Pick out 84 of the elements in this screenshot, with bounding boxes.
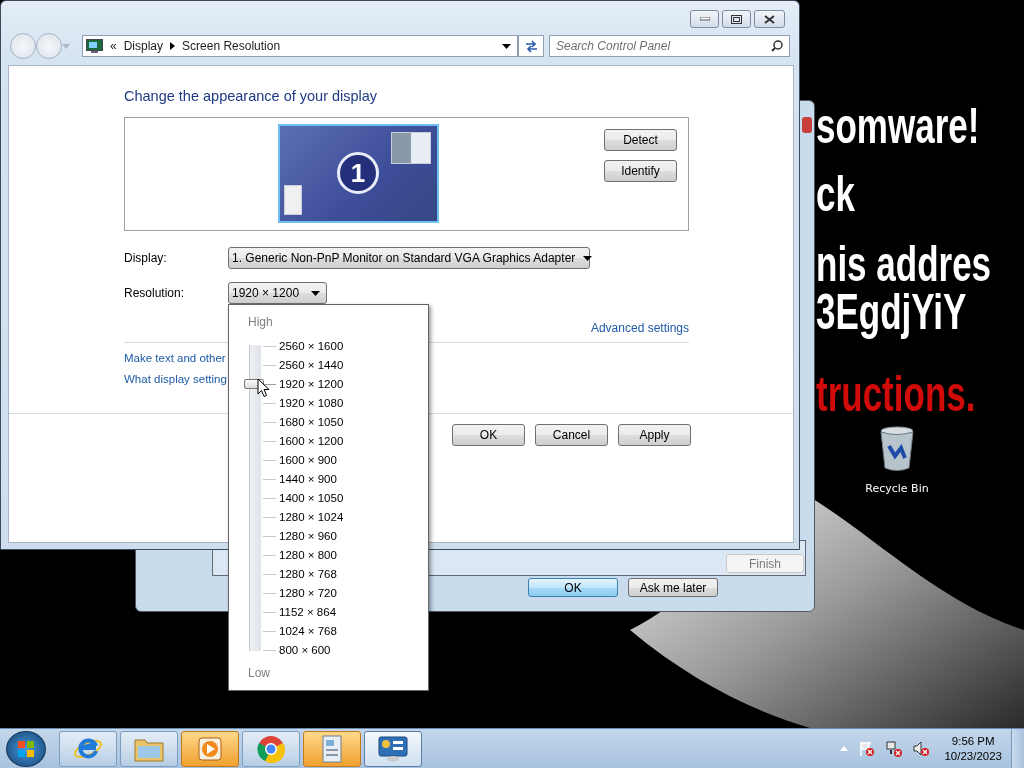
refresh-button[interactable] — [518, 35, 544, 57]
play-icon — [198, 736, 222, 761]
resolution-option[interactable]: 2560 × 1440 — [279, 359, 344, 371]
dialog-button[interactable]: OK — [452, 424, 525, 446]
resolution-option[interactable]: 1152 × 864 — [279, 606, 337, 618]
field-label: Resolution: — [124, 286, 186, 300]
breadcrumb-arrow-icon[interactable] — [170, 42, 176, 50]
start-button[interactable] — [6, 730, 46, 767]
desktop-icon-label[interactable]: Recycle Bin — [865, 482, 929, 495]
small-window-drawing — [391, 132, 431, 164]
dialog-button[interactable]: Apply — [618, 424, 691, 446]
show-desktop-button[interactable] — [1011, 728, 1024, 768]
network-alert-icon[interactable] — [886, 740, 903, 757]
monitor-button[interactable]: Identify — [604, 160, 677, 182]
help-link[interactable]: Make text and other — [124, 352, 226, 364]
slider-track[interactable] — [249, 345, 261, 651]
control-panel-icon — [378, 734, 408, 763]
recycle-bin-icon[interactable] — [879, 426, 915, 472]
resolution-option[interactable]: 2560 × 1600 — [279, 340, 344, 352]
resolution-option[interactable]: 1280 × 768 — [279, 568, 337, 580]
caret-icon — [311, 290, 320, 296]
small-window-drawing — [284, 185, 302, 215]
display-dropdown[interactable]: 1. Generic Non-PnP Monitor on Standard VGA Graphics Adapter — [228, 247, 590, 269]
dialog-button[interactable]: Cancel — [535, 424, 608, 446]
flag-alert-icon[interactable] — [859, 740, 876, 757]
monitor-number: 1 — [337, 152, 379, 194]
resolution-option[interactable]: 1280 × 960 — [279, 530, 337, 542]
taskbar-button[interactable] — [181, 730, 239, 767]
resolution-option[interactable]: 1920 × 1200 — [279, 378, 344, 390]
round-browser-icon — [257, 734, 285, 763]
clock[interactable]: 9:56 PM 10/23/2023 — [944, 733, 1002, 764]
restore-icon — [731, 14, 742, 24]
maximize-button[interactable] — [722, 10, 751, 28]
resolution-option[interactable]: 1280 × 720 — [279, 587, 337, 599]
back-button[interactable] — [10, 33, 36, 59]
slider-end-label: Low — [248, 666, 270, 680]
caret-icon — [583, 255, 593, 261]
resolution-option[interactable]: 1600 × 900 — [279, 454, 337, 466]
dialog-button[interactable]: Ask me later — [628, 578, 718, 597]
field-label: Display: — [124, 251, 168, 265]
wallpaper-text: ck — [816, 168, 855, 220]
resolution-option[interactable]: 1280 × 1024 — [279, 511, 344, 523]
clock-time: 9:56 PM — [951, 733, 995, 749]
search-icon — [771, 40, 783, 52]
taskbar-button[interactable] — [59, 730, 117, 767]
document-icon — [320, 734, 344, 763]
breadcrumb-item[interactable]: Screen Resolution — [182, 39, 281, 53]
speaker-muted-icon[interactable] — [913, 740, 930, 757]
breadcrumb-overflow[interactable]: « — [110, 39, 117, 53]
resolution-option[interactable]: 800 × 600 — [279, 644, 331, 656]
address-bar[interactable]: « Display Screen Resolution — [82, 35, 518, 57]
slider-thumb[interactable] — [244, 378, 264, 389]
resolution-option[interactable]: 1400 × 1050 — [279, 492, 344, 504]
windows-logo-icon — [18, 740, 34, 757]
slider-end-label: High — [248, 315, 273, 329]
search-field[interactable]: Search Control Panel — [549, 35, 790, 57]
help-link[interactable]: What display setting — [124, 373, 227, 385]
dialog-button[interactable]: OK — [528, 578, 618, 597]
taskbar-button[interactable] — [303, 730, 361, 767]
resolution-option[interactable]: 1024 × 768 — [279, 625, 337, 637]
refresh-arrows-icon — [523, 39, 539, 53]
dropdown-caret-icon[interactable] — [502, 43, 511, 49]
forward-button[interactable] — [36, 33, 62, 59]
advanced-settings-link[interactable]: Advanced settings — [590, 321, 689, 335]
wallpaper-text: tructions. — [816, 368, 976, 420]
wallpaper-text: somware! — [816, 100, 980, 152]
taskbar-button[interactable] — [242, 730, 300, 767]
resolution-option[interactable]: 1600 × 1200 — [279, 435, 344, 447]
close-icon — [764, 14, 775, 24]
resolution-option[interactable]: 1280 × 800 — [279, 549, 337, 561]
monitor-preview[interactable]: 1 — [278, 124, 439, 223]
clock-date: 10/23/2023 — [944, 748, 1002, 764]
mouse-pointer-icon — [257, 377, 270, 398]
resolution-dropdown[interactable]: 1920 × 1200 — [228, 282, 327, 304]
page-heading: Change the appearance of your display — [124, 87, 379, 106]
taskbar-button[interactable] — [364, 730, 422, 767]
breadcrumb-item[interactable]: Display — [123, 39, 164, 53]
close-button[interactable] — [754, 10, 785, 28]
resolution-option[interactable]: 1440 × 900 — [279, 473, 337, 485]
monitor-button[interactable]: Detect — [604, 129, 677, 151]
minimize-icon — [699, 17, 710, 21]
resolution-option[interactable]: 1680 × 1050 — [279, 416, 344, 428]
monitor-icon — [86, 38, 103, 54]
resolution-option[interactable]: 1920 × 1080 — [279, 397, 344, 409]
